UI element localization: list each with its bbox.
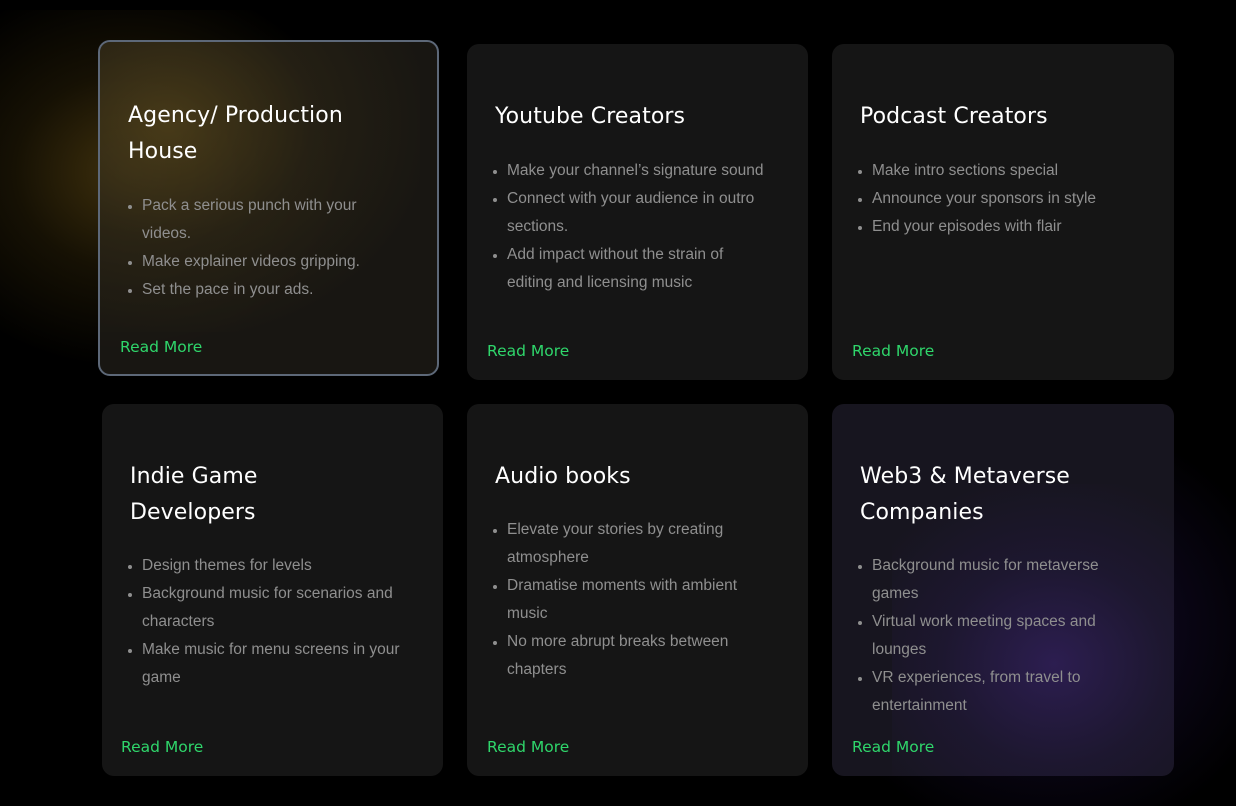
- card-title-line-1: Audio books: [495, 464, 631, 489]
- list-item: End your episodes with flair: [872, 213, 1152, 241]
- read-more-link[interactable]: Read More: [487, 341, 569, 361]
- card-bullet-list: Make intro sections special Announce you…: [854, 157, 1152, 241]
- card-indie-game-developers[interactable]: Indie Game Developers Design themes for …: [102, 404, 443, 776]
- card-podcast-creators[interactable]: Podcast Creators Make intro sections spe…: [832, 44, 1174, 380]
- card-agency-production-house[interactable]: Agency/ Production House Pack a serious …: [98, 40, 439, 376]
- read-more-link[interactable]: Read More: [121, 737, 203, 757]
- list-item: Make explainer videos gripping.: [142, 248, 392, 276]
- list-item: Set the pace in your ads.: [142, 276, 392, 304]
- card-bullet-list: Elevate your stories by creating atmosph…: [489, 516, 777, 684]
- read-more-link[interactable]: Read More: [852, 341, 934, 361]
- card-title-line-1: Youtube Creators: [495, 104, 686, 129]
- read-more-link[interactable]: Read More: [487, 737, 569, 757]
- card-title-line-2: House: [128, 139, 198, 164]
- card-audio-books[interactable]: Audio books Elevate your stories by crea…: [467, 404, 808, 776]
- list-item: Background music for scenarios and chara…: [142, 580, 404, 636]
- card-title: Podcast Creators: [860, 99, 1150, 135]
- card-bullet-list: Design themes for levels Background musi…: [124, 552, 404, 692]
- card-title: Web3 & Metaverse Companies: [860, 459, 1160, 531]
- list-item: Dramatise moments with ambient music: [507, 572, 777, 628]
- read-more-link[interactable]: Read More: [852, 737, 934, 757]
- read-more-link[interactable]: Read More: [120, 337, 202, 357]
- card-title: Youtube Creators: [495, 99, 785, 135]
- list-item: Add impact without the strain of editing…: [507, 241, 773, 297]
- list-item: Make your channel’s signature sound: [507, 157, 773, 185]
- list-item: Announce your sponsors in style: [872, 185, 1152, 213]
- card-title-line-2: Developers: [130, 500, 256, 525]
- card-youtube-creators[interactable]: Youtube Creators Make your channel’s sig…: [467, 44, 808, 380]
- list-item: Design themes for levels: [142, 552, 404, 580]
- card-title: Agency/ Production House: [128, 98, 418, 170]
- card-title: Indie Game Developers: [130, 459, 420, 531]
- card-title-line-1: Agency/ Production: [128, 103, 343, 128]
- list-item: Pack a serious punch with your videos.: [142, 192, 392, 248]
- card-title: Audio books: [495, 459, 785, 495]
- list-item: Make music for menu screens in your game: [142, 636, 404, 692]
- card-bullet-list: Background music for metaverse games Vir…: [854, 552, 1142, 720]
- card-web3-metaverse-companies[interactable]: Web3 & Metaverse Companies Background mu…: [832, 404, 1174, 776]
- list-item: Elevate your stories by creating atmosph…: [507, 516, 777, 572]
- list-item: Make intro sections special: [872, 157, 1152, 185]
- card-bullet-list: Make your channel’s signature sound Conn…: [489, 157, 773, 297]
- card-title-line-1: Indie Game: [130, 464, 258, 489]
- card-bullet-list: Pack a serious punch with your videos. M…: [124, 192, 392, 304]
- list-item: No more abrupt breaks between chapters: [507, 628, 777, 684]
- list-item: Virtual work meeting spaces and lounges: [872, 608, 1142, 664]
- list-item: Connect with your audience in outro sect…: [507, 185, 773, 241]
- list-item: Background music for metaverse games: [872, 552, 1142, 608]
- card-title-line-1: Podcast Creators: [860, 104, 1048, 129]
- card-title-line-2: Companies: [860, 500, 984, 525]
- list-item: VR experiences, from travel to entertain…: [872, 664, 1142, 720]
- card-title-line-1: Web3 & Metaverse: [860, 464, 1070, 489]
